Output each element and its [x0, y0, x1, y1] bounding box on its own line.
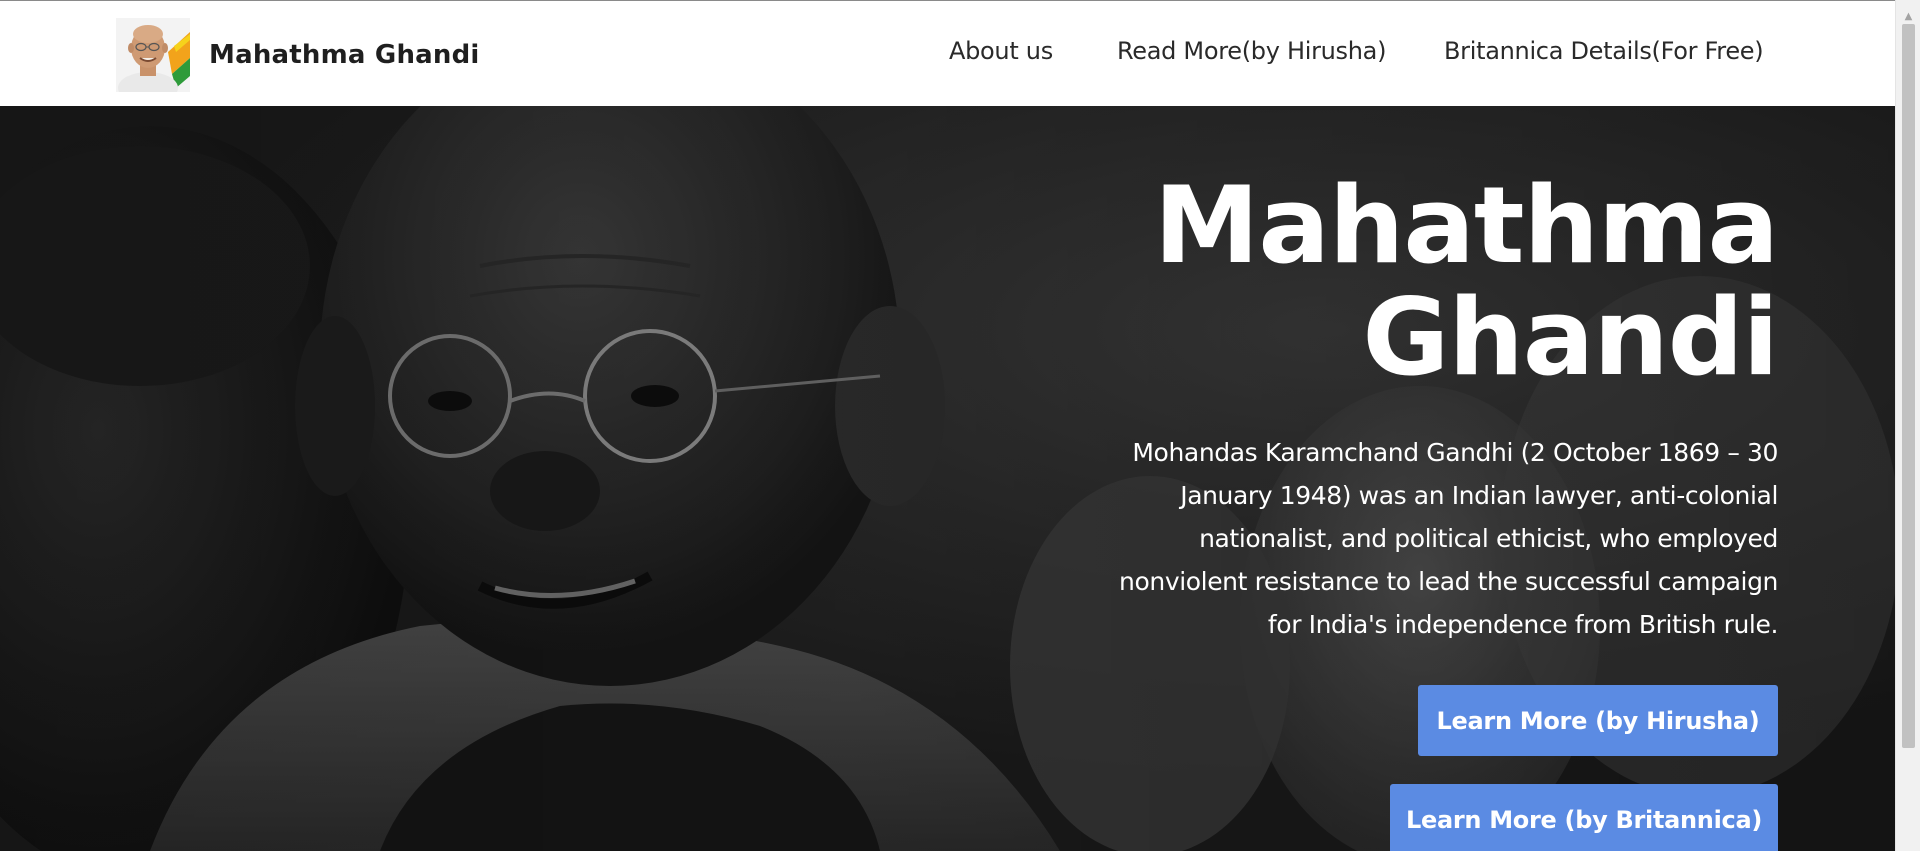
scrollbar-thumb[interactable] — [1902, 24, 1915, 748]
scroll-up-arrow-icon[interactable]: ▲ — [1896, 6, 1920, 26]
page-viewport: Mahathma Ghandi About us Read More(by Hi… — [0, 0, 1895, 851]
learn-more-hirusha-button[interactable]: Learn More (by Hirusha) — [1418, 685, 1778, 756]
nav-link-about-us[interactable]: About us — [949, 37, 1053, 65]
hero-title-line1: Mahathma — [1153, 164, 1779, 287]
nav-link-britannica-details[interactable]: Britannica Details(For Free) — [1444, 37, 1764, 65]
nav-link-read-more[interactable]: Read More(by Hirusha) — [1117, 37, 1386, 65]
main-nav: About us Read More(by Hirusha) Britannic… — [0, 37, 1895, 69]
hero-description: Mohandas Karamchand Gandhi (2 October 18… — [1119, 438, 1778, 639]
learn-more-britannica-button[interactable]: Learn More (by Britannica) — [1390, 784, 1778, 851]
navbar: Mahathma Ghandi About us Read More(by Hi… — [0, 0, 1895, 106]
hero-title-line2: Ghandi — [1362, 276, 1779, 399]
vertical-scrollbar[interactable]: ▲ — [1895, 0, 1920, 851]
hero-title: Mahathma Ghandi — [1153, 164, 1779, 399]
hero-section: Mahathma Ghandi Mohandas Karamchand Gand… — [0, 106, 1895, 851]
